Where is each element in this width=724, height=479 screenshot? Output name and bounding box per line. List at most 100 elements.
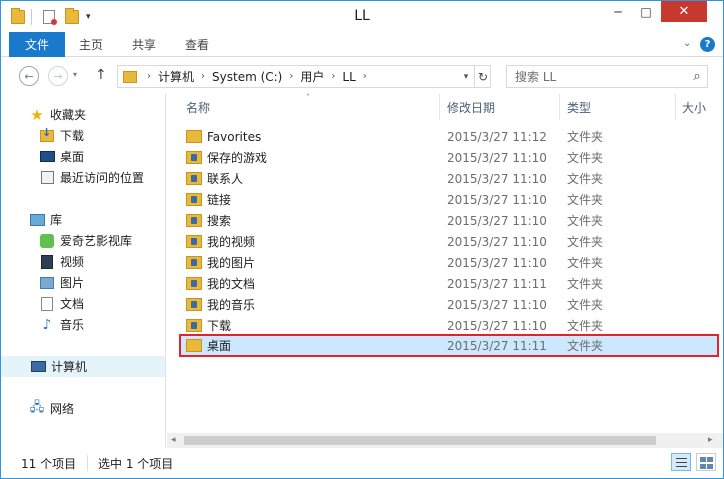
file-row[interactable]: 搜索 2015/3/27 11:10 文件夹 <box>178 210 716 231</box>
file-type: 文件夹 <box>567 130 604 144</box>
help-icon[interactable]: ? <box>700 37 715 52</box>
breadcrumb-ll[interactable]: LL <box>342 70 355 84</box>
file-type: 文件夹 <box>567 172 604 186</box>
breadcrumb-separator[interactable]: › <box>363 71 367 82</box>
sort-ascending-icon: ˄ <box>306 93 310 102</box>
column-divider[interactable] <box>439 94 440 120</box>
sidebar-item-videos[interactable]: 视频 <box>1 251 165 272</box>
sidebar-item-music[interactable]: ♪ 音乐 <box>1 314 165 335</box>
sidebar-item-pictures[interactable]: 图片 <box>1 272 165 293</box>
item-count: 11 个项目 <box>21 456 77 471</box>
file-name: 联系人 <box>207 172 244 186</box>
details-view-button[interactable] <box>671 453 691 471</box>
tab-file[interactable]: 文件 <box>9 32 65 57</box>
network-icon: 🖧 <box>29 399 45 415</box>
navigation-pane: ★ 收藏夹 下载 桌面 最近访问的位置 库 爱奇艺影视库 视频 <box>1 94 166 448</box>
file-name: 链接 <box>207 193 232 207</box>
address-folder-icon <box>123 70 137 83</box>
file-type: 文件夹 <box>567 277 604 291</box>
sidebar-item-documents[interactable]: 文档 <box>1 293 165 314</box>
sidebar-item-downloads[interactable]: 下载 <box>1 125 165 146</box>
file-type: 文件夹 <box>567 256 604 270</box>
music-icon: ♪ <box>42 316 52 333</box>
file-type: 文件夹 <box>567 319 604 333</box>
downloads-folder-icon <box>186 319 202 332</box>
file-date: 2015/3/27 11:10 <box>447 318 547 333</box>
forward-button[interactable]: → <box>48 66 68 86</box>
navigation-bar: ← → ▾ ↑ › 计算机 › System (C:) › 用户 › LL › … <box>1 57 723 94</box>
breadcrumb-system-c[interactable]: System (C:) <box>212 70 282 84</box>
file-date: 2015/3/27 11:12 <box>447 129 547 144</box>
sidebar-item-label: 图片 <box>60 276 85 290</box>
close-button[interactable]: ✕ <box>661 1 707 22</box>
column-divider[interactable] <box>675 94 676 120</box>
file-row-selected[interactable]: 桌面 2015/3/27 11:11 文件夹 <box>179 334 719 357</box>
file-row[interactable]: 我的图片 2015/3/27 11:10 文件夹 <box>178 252 716 273</box>
file-date: 2015/3/27 11:10 <box>447 150 547 165</box>
file-name: 保存的游戏 <box>207 151 268 165</box>
breadcrumb-separator[interactable]: › <box>331 71 335 82</box>
breadcrumb-users[interactable]: 用户 <box>300 68 324 85</box>
tab-share[interactable]: 共享 <box>119 32 169 57</box>
address-history-dropdown[interactable]: ▾ <box>458 66 474 87</box>
tab-view[interactable]: 查看 <box>171 32 223 57</box>
breadcrumb-separator[interactable]: › <box>289 71 293 82</box>
sidebar-item-computer[interactable]: 计算机 <box>1 356 165 377</box>
breadcrumb-computer[interactable]: 计算机 <box>158 68 194 85</box>
tab-home[interactable]: 主页 <box>67 32 115 57</box>
file-date: 2015/3/27 11:10 <box>447 234 547 249</box>
search-box[interactable]: 搜索 LL ⌕ <box>506 65 708 88</box>
maximize-button[interactable]: □ <box>632 1 660 22</box>
computer-icon <box>30 359 46 375</box>
scrollbar-thumb[interactable] <box>184 436 656 445</box>
search-input[interactable]: 搜索 LL <box>507 68 687 85</box>
status-bar: 11 个项目 选中 1 个项目 <box>1 448 723 478</box>
downloads-folder-icon <box>39 126 55 144</box>
column-header-size[interactable]: 大小 <box>682 94 706 120</box>
sidebar-item-network[interactable]: 🖧 网络 <box>1 398 165 419</box>
file-row[interactable]: 我的文档 2015/3/27 11:11 文件夹 <box>178 273 716 294</box>
sidebar-item-desktop[interactable]: 桌面 <box>1 146 165 167</box>
file-row[interactable]: 保存的游戏 2015/3/27 11:10 文件夹 <box>178 147 716 168</box>
search-icon[interactable]: ⌕ <box>687 69 707 84</box>
column-header-name[interactable]: 名称 <box>186 94 210 120</box>
file-type: 文件夹 <box>567 151 604 165</box>
sidebar-item-label: 音乐 <box>60 318 85 332</box>
file-name: 下载 <box>207 319 232 333</box>
minimize-button[interactable]: ─ <box>604 1 632 22</box>
file-date: 2015/3/27 11:10 <box>447 297 547 312</box>
sidebar-item-favorites[interactable]: ★ 收藏夹 <box>1 104 165 125</box>
file-row[interactable]: 我的音乐 2015/3/27 11:10 文件夹 <box>178 294 716 315</box>
document-icon <box>39 296 55 312</box>
column-header-type[interactable]: 类型 <box>567 94 591 120</box>
up-button[interactable]: ↑ <box>95 67 107 83</box>
file-row[interactable]: Favorites 2015/3/27 11:12 文件夹 <box>178 126 716 147</box>
large-icons-view-button[interactable] <box>696 453 716 471</box>
refresh-button[interactable]: ↻ <box>474 66 491 87</box>
breadcrumb-separator[interactable]: › <box>147 71 151 82</box>
file-type: 文件夹 <box>567 339 604 353</box>
sidebar-item-libraries[interactable]: 库 <box>1 209 165 230</box>
file-type: 文件夹 <box>567 214 604 228</box>
recent-places-icon <box>39 170 55 186</box>
scroll-left-arrow[interactable]: ◂ <box>171 435 176 445</box>
back-button[interactable]: ← <box>19 66 39 86</box>
column-divider[interactable] <box>559 94 560 120</box>
file-row[interactable]: 链接 2015/3/27 11:10 文件夹 <box>178 189 716 210</box>
file-row[interactable]: 下载 2015/3/27 11:10 文件夹 <box>178 315 716 336</box>
expand-ribbon-icon[interactable]: ⌄ <box>683 38 691 49</box>
recent-locations-dropdown[interactable]: ▾ <box>73 70 77 79</box>
sidebar-item-recent-places[interactable]: 最近访问的位置 <box>1 167 165 188</box>
address-bar[interactable]: › 计算机 › System (C:) › 用户 › LL › ▾ ↻ <box>117 65 491 88</box>
column-header-date[interactable]: 修改日期 <box>447 94 495 120</box>
sidebar-item-iqiyi-library[interactable]: 爱奇艺影视库 <box>1 230 165 251</box>
horizontal-scrollbar[interactable]: ◂ ▸ <box>167 433 723 448</box>
title-bar: ▾ LL ─ □ ✕ <box>1 1 723 32</box>
desktop-folder-icon <box>186 339 202 352</box>
file-name: 我的文档 <box>207 277 256 291</box>
breadcrumb-separator[interactable]: › <box>201 71 205 82</box>
documents-folder-icon <box>186 277 202 290</box>
scroll-right-arrow[interactable]: ▸ <box>708 435 713 445</box>
file-row[interactable]: 我的视频 2015/3/27 11:10 文件夹 <box>178 231 716 252</box>
file-row[interactable]: 联系人 2015/3/27 11:10 文件夹 <box>178 168 716 189</box>
